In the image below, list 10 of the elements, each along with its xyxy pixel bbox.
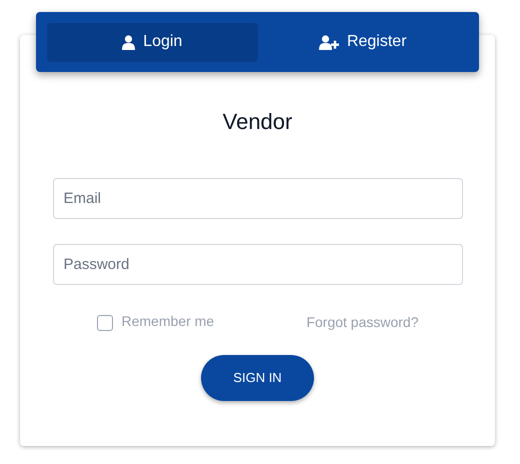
user-icon xyxy=(122,34,136,50)
remember-checkbox[interactable] xyxy=(96,314,112,330)
sign-in-button[interactable]: SIGN IN xyxy=(201,355,314,401)
remember-label: Remember me xyxy=(122,312,214,331)
tab[interactable]: Register xyxy=(258,22,468,62)
add-user-icon xyxy=(318,34,339,50)
tab[interactable]: Login xyxy=(47,22,258,62)
input-field[interactable]: Password xyxy=(52,244,462,285)
form-title: Vendor xyxy=(222,108,292,136)
input-field[interactable]: Email xyxy=(52,178,462,219)
